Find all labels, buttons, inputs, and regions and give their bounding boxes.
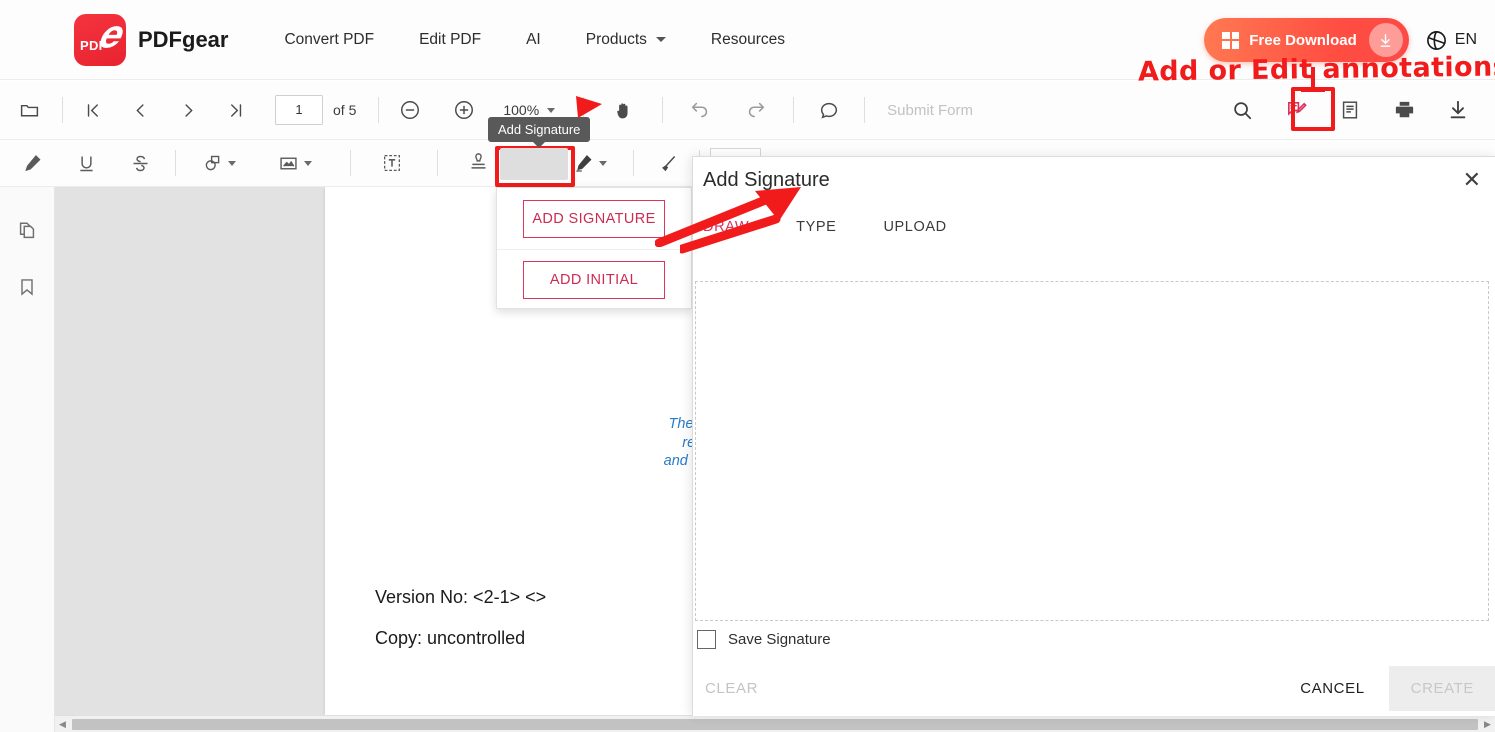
nav-label: AI (526, 31, 541, 49)
nav-label: Resources (711, 31, 785, 49)
submit-form-field[interactable]: Submit Form (887, 102, 973, 119)
download-arrow-icon (1369, 23, 1403, 57)
hand-tool-icon[interactable] (608, 95, 638, 125)
toolbar-divider (633, 150, 634, 176)
add-initial-button[interactable]: ADD INITIAL (523, 261, 665, 299)
language-selector[interactable]: EN (1425, 29, 1477, 52)
modal-footer: CLEAR CANCEL CREATE (693, 660, 1495, 716)
toolbar-divider (62, 97, 63, 123)
viewer-toolbar-primary: 1 of 5 100% (0, 81, 1495, 140)
nav-label: Edit PDF (419, 31, 481, 49)
scroll-right-arrow-icon[interactable]: ▶ (1480, 719, 1495, 730)
pdf-copy-line: Copy: uncontrolled (375, 628, 525, 649)
close-icon[interactable]: ✕ (1463, 169, 1481, 191)
add-signature-modal: Add Signature ✕ DRAW TYPE UPLOAD Save Si… (692, 156, 1495, 716)
zoom-level-label[interactable]: 100% (503, 102, 539, 118)
brand-name: PDFgear (138, 27, 228, 53)
horizontal-scrollbar[interactable]: ◀ ▶ (55, 715, 1495, 732)
free-download-label: Free Download (1249, 32, 1357, 49)
underline-icon[interactable] (72, 147, 101, 179)
toolbar-divider (437, 150, 438, 176)
language-label: EN (1455, 31, 1477, 49)
modal-title: Add Signature (703, 169, 830, 192)
clear-button[interactable]: CLEAR (705, 680, 758, 697)
chevron-down-icon (656, 37, 666, 42)
image-icon[interactable] (274, 147, 316, 179)
download-icon[interactable] (1443, 95, 1473, 125)
create-button[interactable]: CREATE (1389, 666, 1495, 711)
toolbar-divider (175, 150, 176, 176)
signature-tooltip: Add Signature (488, 117, 590, 142)
save-signature-row: Save Signature (697, 630, 831, 649)
globe-icon (1425, 29, 1448, 52)
print-icon[interactable] (1389, 95, 1419, 125)
scrollbar-thumb[interactable] (72, 719, 1478, 730)
logo-swoosh-icon: 𝒆 (98, 16, 120, 54)
signature-draw-canvas[interactable] (695, 281, 1489, 621)
page-number-input[interactable]: 1 (275, 95, 323, 125)
viewer-side-rail (0, 187, 55, 732)
bookmarks-icon[interactable] (13, 273, 41, 301)
toolbar-divider (864, 97, 865, 123)
shape-icon[interactable] (198, 147, 240, 179)
cancel-button[interactable]: CANCEL (1284, 670, 1380, 707)
nav-item-ai[interactable]: AI (526, 31, 541, 49)
annotate-icon-highlight-box (1291, 87, 1335, 131)
toolbar-divider (662, 97, 663, 123)
toolbar-divider (793, 97, 794, 123)
nav-label: Convert PDF (284, 31, 374, 49)
save-signature-label: Save Signature (728, 631, 831, 648)
signature-chevron-down-icon[interactable] (599, 161, 607, 166)
strikethrough-icon[interactable] (126, 147, 155, 179)
open-folder-icon[interactable] (14, 95, 44, 125)
zoom-in-icon[interactable] (449, 95, 479, 125)
brand-logo-group[interactable]: PDF 𝒆 PDFgear (74, 14, 228, 66)
modal-tabs: DRAW TYPE UPLOAD (703, 219, 947, 235)
shape-chevron-down-icon[interactable] (228, 161, 236, 166)
nav-item-edit-pdf[interactable]: Edit PDF (419, 31, 481, 49)
save-signature-checkbox[interactable] (697, 630, 716, 649)
main-nav: Convert PDF Edit PDF AI Products Resourc… (284, 31, 830, 49)
page-total-label: of 5 (333, 102, 356, 118)
nav-label: Products (586, 31, 647, 49)
prev-page-icon[interactable] (125, 95, 155, 125)
signature-icon[interactable] (569, 147, 611, 179)
add-initial-row: ADD INITIAL (497, 249, 691, 310)
first-page-icon[interactable] (77, 95, 107, 125)
textbox-icon[interactable] (377, 147, 407, 179)
pdfgear-web-app: PDF 𝒆 PDFgear Convert PDF Edit PDF AI Pr… (0, 0, 1495, 732)
search-icon[interactable] (1227, 95, 1257, 125)
add-signature-button[interactable]: ADD SIGNATURE (523, 200, 665, 238)
tab-upload[interactable]: UPLOAD (883, 219, 946, 235)
text-view-icon[interactable] (1335, 95, 1365, 125)
pdfgear-logo-icon: PDF 𝒆 (74, 14, 126, 66)
signature-tool-active-state (500, 148, 568, 180)
brush-icon[interactable] (654, 147, 683, 179)
redo-icon[interactable] (741, 95, 771, 125)
pdf-version-line: Version No: <2-1> <> (375, 587, 546, 608)
toolbar-divider (350, 150, 351, 176)
nav-item-convert-pdf[interactable]: Convert PDF (284, 31, 374, 49)
tab-draw[interactable]: DRAW (703, 219, 749, 235)
next-page-icon[interactable] (173, 95, 203, 125)
modal-footer-actions: CANCEL CREATE (1284, 666, 1495, 711)
image-chevron-down-icon[interactable] (304, 161, 312, 166)
signature-dropdown-panel: ADD SIGNATURE ADD INITIAL (496, 187, 692, 309)
highlight-icon[interactable] (18, 147, 47, 179)
page-thumbnails-icon[interactable] (13, 217, 41, 245)
windows-icon (1222, 32, 1239, 49)
last-page-icon[interactable] (221, 95, 251, 125)
add-signature-row: ADD SIGNATURE (497, 188, 691, 249)
nav-item-products[interactable]: Products (586, 31, 666, 49)
tab-type[interactable]: TYPE (796, 219, 836, 235)
zoom-out-icon[interactable] (395, 95, 425, 125)
toolbar-divider (378, 97, 379, 123)
scroll-left-arrow-icon[interactable]: ◀ (55, 719, 70, 730)
nav-item-resources[interactable]: Resources (711, 31, 785, 49)
comment-icon[interactable] (814, 95, 844, 125)
undo-icon[interactable] (685, 95, 715, 125)
zoom-chevron-down-icon[interactable] (547, 108, 555, 113)
